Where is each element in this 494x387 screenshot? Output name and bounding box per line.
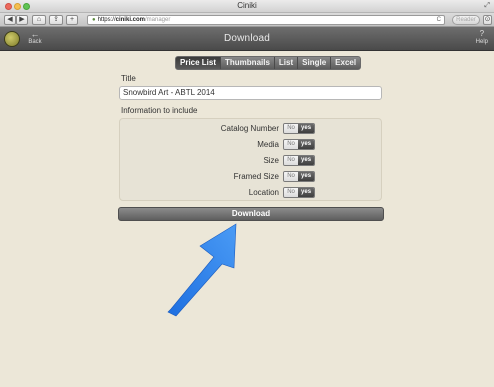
- toggle-yes[interactable]: yes: [298, 140, 314, 149]
- toggle-no[interactable]: No: [284, 140, 299, 149]
- option-row-catalog-number: Catalog Number No yes: [120, 122, 383, 135]
- framed-size-toggle[interactable]: No yes: [283, 171, 315, 182]
- toggle-no[interactable]: No: [284, 156, 299, 165]
- browser-forward-button[interactable]: ▶: [16, 15, 28, 25]
- fullscreen-icon[interactable]: ⤢: [484, 2, 490, 10]
- browser-back-button[interactable]: ◀: [4, 15, 16, 25]
- options-panel: Catalog Number No yes Media No yes Size …: [119, 118, 382, 201]
- option-label: Location: [248, 188, 279, 197]
- option-row-framed-size: Framed Size No yes: [120, 170, 383, 183]
- download-button[interactable]: Download: [118, 207, 384, 221]
- toggle-yes[interactable]: yes: [298, 188, 314, 197]
- page-title: Download: [223, 33, 271, 44]
- url-path: /manager: [144, 17, 171, 23]
- toggle-yes[interactable]: yes: [298, 124, 314, 133]
- media-toggle[interactable]: No yes: [283, 139, 315, 150]
- option-label: Framed Size: [233, 172, 279, 181]
- url-prefix: https://: [97, 17, 116, 23]
- toggle-yes[interactable]: yes: [298, 172, 314, 181]
- toggle-no[interactable]: No: [284, 124, 299, 133]
- window-titlebar: Ciniki ⤢: [0, 0, 494, 13]
- lock-icon: ●: [92, 17, 96, 23]
- toggle-yes[interactable]: yes: [298, 156, 314, 165]
- arrow-shape: [167, 223, 237, 317]
- include-label: Information to include: [121, 106, 198, 115]
- title-label: Title: [121, 74, 136, 83]
- reload-icon[interactable]: C: [437, 16, 441, 24]
- help-label: Help: [475, 39, 488, 45]
- format-tab-thumbnails[interactable]: Thumbnails: [221, 57, 275, 69]
- format-tab-excel[interactable]: Excel: [331, 57, 361, 69]
- toggle-no[interactable]: No: [284, 188, 299, 197]
- app-header: ← Back Download ? Help: [0, 27, 494, 51]
- share-icon[interactable]: ⇪: [49, 15, 63, 25]
- option-label: Catalog Number: [220, 124, 279, 133]
- location-toggle[interactable]: No yes: [283, 187, 315, 198]
- home-icon[interactable]: ⌂: [32, 15, 46, 25]
- format-tab-single[interactable]: Single: [298, 57, 332, 69]
- catalog-number-toggle[interactable]: No yes: [283, 123, 315, 134]
- title-input[interactable]: Snowbird Art - ABTL 2014: [119, 86, 382, 100]
- size-toggle[interactable]: No yes: [283, 155, 315, 166]
- option-label: Size: [263, 156, 279, 165]
- address-bar[interactable]: ● https://ciniki.com/manager C: [87, 15, 445, 25]
- help-button[interactable]: ? Help: [476, 30, 488, 46]
- url-host: ciniki.com: [115, 17, 145, 23]
- option-label: Media: [257, 140, 279, 149]
- option-row-media: Media No yes: [120, 138, 383, 151]
- toggle-no[interactable]: No: [284, 172, 299, 181]
- reader-button[interactable]: Reader: [452, 15, 480, 25]
- format-selector: Price List Thumbnails List Single Excel: [175, 56, 362, 70]
- window-title: Ciniki: [237, 1, 257, 10]
- format-tab-price-list[interactable]: Price List: [176, 57, 222, 69]
- option-row-size: Size No yes: [120, 154, 383, 167]
- downloads-icon[interactable]: ⊙: [483, 15, 492, 25]
- add-bookmark-icon[interactable]: +: [66, 15, 78, 25]
- format-tab-list[interactable]: List: [274, 57, 299, 69]
- browser-toolbar: ◀ ▶ ⌂ ⇪ + ● https://ciniki.com/manager C …: [0, 13, 494, 27]
- help-icon: ?: [479, 29, 485, 38]
- option-row-location: Location No yes: [120, 186, 383, 199]
